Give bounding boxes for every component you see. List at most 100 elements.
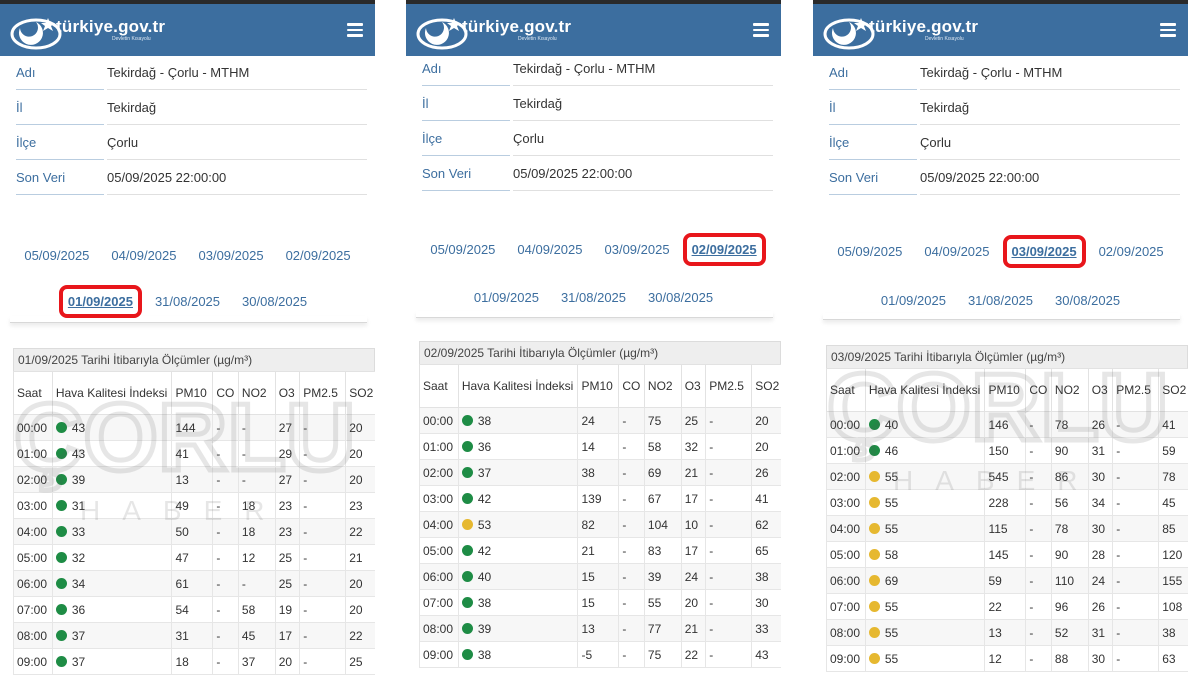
info-row-province: İl Tekirdağ (0, 91, 375, 126)
co-cell: - (1025, 619, 1052, 646)
table-row: 00:00 40 146-78 26-41 (826, 411, 1188, 438)
so2-cell: 155 (1158, 567, 1188, 594)
date-tab-03-09-2025[interactable]: 03/09/2025 (1002, 235, 1086, 268)
no2-cell: - (237, 440, 276, 467)
label-district: İlçe (422, 131, 510, 156)
aqi-status-dot-icon (55, 603, 67, 615)
pm25-cell: - (705, 537, 753, 564)
co-cell: - (618, 511, 645, 538)
date-tab-31-08-2025[interactable]: 31/08/2025 (556, 285, 631, 310)
aqi-cell: 40 (864, 411, 986, 438)
no2-cell: 52 (1050, 619, 1089, 646)
time-cell: 04:00 (13, 518, 53, 545)
pm10-cell: 145 (984, 541, 1027, 568)
date-tab-04-09-2025[interactable]: 04/09/2025 (512, 237, 587, 262)
so2-cell: 78 (1158, 463, 1188, 490)
value-district: Çorlu (513, 131, 773, 156)
pm25-cell: - (705, 641, 753, 668)
measurements-section: 03/09/2025 Tarihi İtibarıyla Ölçümler (µ… (826, 345, 1188, 672)
date-tab-31-08-2025[interactable]: 31/08/2025 (150, 289, 225, 314)
so2-cell: 22 (345, 518, 375, 545)
aqi-status-dot-icon (868, 548, 880, 560)
date-tab-01-09-2025[interactable]: 01/09/2025 (469, 285, 544, 310)
so2-cell: 30 (751, 589, 781, 616)
date-tab-30-08-2025[interactable]: 30/08/2025 (1050, 288, 1125, 313)
measurements-caption: 01/09/2025 Tarihi İtibarıyla Ölçümler (µ… (13, 348, 375, 371)
time-cell: 09:00 (13, 648, 53, 675)
so2-cell: 38 (751, 563, 781, 590)
info-row-province: İl Tekirdağ (813, 91, 1188, 126)
pm25-cell: - (299, 440, 347, 467)
o3-cell: 26 (1087, 593, 1114, 620)
value-last-data: 05/09/2025 22:00:00 (513, 166, 773, 191)
aqi-value: 55 (884, 625, 899, 640)
co-cell: - (1025, 593, 1052, 620)
aqi-status-dot-icon (461, 518, 473, 530)
date-tab-03-09-2025[interactable]: 03/09/2025 (194, 243, 269, 268)
aqi-cell: 55 (864, 645, 986, 672)
aqi-cell: 38 (457, 407, 579, 434)
date-tab-02-09-2025[interactable]: 02/09/2025 (682, 233, 766, 266)
pm25-cell: - (299, 492, 347, 519)
co-cell: - (212, 492, 239, 519)
o3-cell: 25 (274, 544, 301, 571)
date-tab-04-09-2025[interactable]: 04/09/2025 (106, 243, 181, 268)
hamburger-menu-icon[interactable] (753, 23, 769, 37)
brand-name[interactable]: türkiye.gov.tr (869, 17, 978, 37)
date-tab-03-09-2025[interactable]: 03/09/2025 (600, 237, 675, 262)
date-tab-05-09-2025[interactable]: 05/09/2025 (19, 243, 94, 268)
so2-cell: 22 (345, 622, 375, 649)
brand-name[interactable]: türkiye.gov.tr (462, 17, 571, 37)
brand-name[interactable]: türkiye.gov.tr (56, 17, 165, 37)
column-header-aqi: Hava Kalitesi İndeksi (51, 371, 173, 415)
value-name: Tekirdağ - Çorlu - MTHM (513, 61, 773, 86)
o3-cell: 31 (1087, 619, 1114, 646)
aqi-cell: 39 (457, 615, 579, 642)
value-province: Tekirdağ (920, 100, 1180, 125)
table-row: 07:00 55 22-96 26-108 (826, 593, 1188, 620)
no2-cell: 18 (237, 492, 276, 519)
aqi-value: 36 (71, 602, 86, 617)
date-tab-04-09-2025[interactable]: 04/09/2025 (919, 239, 994, 264)
column-header-so2: SO2 (345, 371, 375, 415)
table-row: 07:00 38 15-55 20-30 (419, 589, 781, 616)
aqi-cell: 32 (51, 544, 173, 571)
info-row-last-data: Son Veri 05/09/2025 22:00:00 (406, 157, 781, 192)
value-district: Çorlu (920, 135, 1180, 160)
table-header-row: Saat Hava Kalitesi İndeksi PM10 CO NO2 O3 PM2.… (826, 368, 1188, 412)
date-tab-02-09-2025[interactable]: 02/09/2025 (281, 243, 356, 268)
aqi-value: 36 (477, 439, 492, 454)
date-tab-30-08-2025[interactable]: 30/08/2025 (643, 285, 718, 310)
date-tab-02-09-2025[interactable]: 02/09/2025 (1094, 239, 1169, 264)
date-tab-01-09-2025[interactable]: 01/09/2025 (58, 285, 143, 318)
co-cell: - (1025, 645, 1052, 672)
pm25-cell: - (299, 648, 347, 675)
hamburger-menu-icon[interactable] (347, 23, 363, 37)
pm10-cell: 22 (984, 593, 1027, 620)
date-tab-30-08-2025[interactable]: 30/08/2025 (237, 289, 312, 314)
no2-cell: 90 (1050, 541, 1089, 568)
no2-cell: 67 (643, 485, 682, 512)
column-header-so2: SO2 (751, 364, 781, 408)
time-cell: 08:00 (826, 619, 866, 646)
date-tab-05-09-2025[interactable]: 05/09/2025 (832, 239, 907, 264)
aqi-value: 53 (477, 517, 492, 532)
measurements-caption: 03/09/2025 Tarihi İtibarıyla Ölçümler (µ… (826, 345, 1188, 368)
date-tab-01-09-2025[interactable]: 01/09/2025 (876, 288, 951, 313)
table-row: 01:00 43 41- -29-20 (13, 440, 375, 467)
aqi-value: 40 (884, 417, 899, 432)
no2-cell: 77 (643, 615, 682, 642)
co-cell: - (212, 648, 239, 675)
aqi-cell: 46 (864, 437, 986, 464)
date-tab-31-08-2025[interactable]: 31/08/2025 (963, 288, 1038, 313)
no2-cell: - (237, 466, 276, 493)
o3-cell: 30 (1087, 515, 1114, 542)
hamburger-menu-icon[interactable] (1160, 23, 1176, 37)
table-row: 01:00 46 150-90 31-59 (826, 437, 1188, 464)
aqi-value: 43 (71, 446, 86, 461)
table-row: 09:00 38 -5-75 22-43 (419, 641, 781, 668)
date-tab-05-09-2025[interactable]: 05/09/2025 (425, 237, 500, 262)
o3-cell: 17 (274, 622, 301, 649)
no2-cell: - (237, 414, 276, 441)
column-header-pm10: PM10 (171, 371, 214, 415)
